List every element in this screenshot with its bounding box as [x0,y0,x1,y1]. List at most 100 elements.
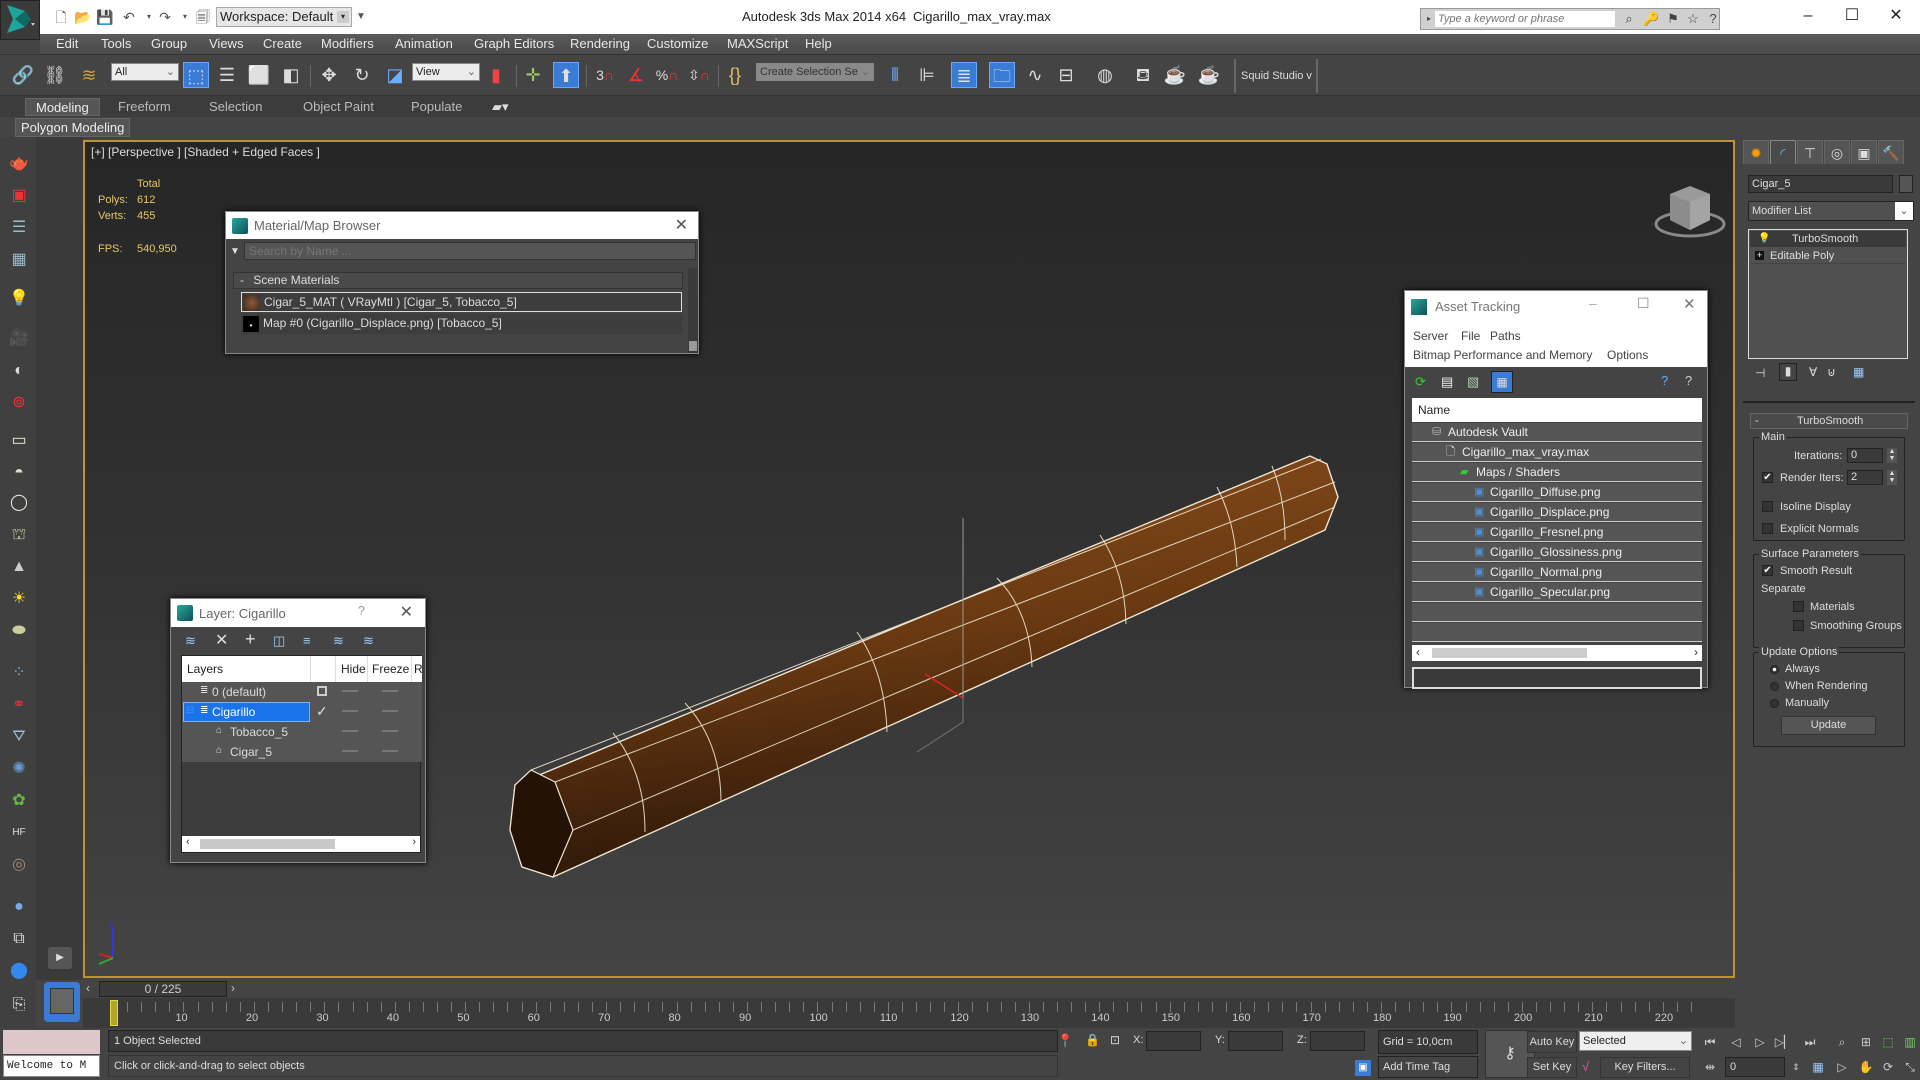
lightbulb-icon[interactable]: 💡 [1758,231,1770,247]
angle-snap-icon[interactable]: ∡ [623,62,649,88]
dialog-titlebar[interactable]: Layer: Cigarillo ? ✕ [171,599,425,627]
subscription-key-icon[interactable]: 🔑 [1643,11,1659,27]
menu-server[interactable]: Server [1413,329,1448,343]
select-and-move-icon[interactable]: ✥ [316,62,342,88]
show-end-result-icon[interactable]: ▮ [1779,363,1797,381]
delete-layer-icon[interactable]: ✕ [215,630,228,650]
dialog-titlebar[interactable]: Material/Map Browser ✕ [226,212,698,239]
frame-spinner-icon[interactable]: ⇕ [1786,1057,1806,1077]
menu-create[interactable]: Create [263,36,302,51]
time-slider-thumb[interactable]: 0 / 225 [99,981,227,997]
hide-toggle[interactable] [342,690,358,692]
rectangular-selection-icon[interactable]: ⬜ [246,62,272,88]
unlink-icon[interactable]: ⛓ [42,62,68,88]
minimize-button[interactable]: – [1788,4,1828,28]
sun-icon[interactable]: ☀ [7,587,31,611]
freeze-toggle[interactable] [382,710,398,712]
asset-row[interactable]: ▣ Cigarillo_Normal.png [1412,563,1702,582]
ribbon-toggle-icon[interactable]: 🗀 [989,62,1015,88]
checkmark-icon[interactable]: ✓ [316,703,328,720]
render-iters-checkbox[interactable]: ✔ [1762,472,1773,483]
key-filters-button[interactable]: Key Filters... [1600,1057,1690,1078]
refresh-icon[interactable]: ⟳ [1415,374,1426,390]
workspace-dropdown[interactable]: Workspace: Default ▾ [216,7,352,27]
make-unique-icon[interactable]: ∀ [1809,365,1817,379]
menu-tools[interactable]: Tools [101,36,131,51]
update-button[interactable]: Update [1781,716,1876,735]
highlight-layer-icon[interactable]: ≡ [303,633,311,648]
remove-modifier-icon[interactable]: ⊍ [1827,365,1836,379]
manipulate-icon[interactable]: ✛ [520,62,546,88]
map-item[interactable]: • Map #0 (Cigarillo_Displace.png) [Tobacc… [241,314,682,334]
freeze-toggle[interactable] [382,730,398,732]
redo-icon[interactable]: ↷ [156,8,174,26]
previous-frame-icon[interactable]: ◁ [1726,1032,1746,1052]
scroll-right-icon[interactable]: › [1694,645,1698,659]
disc-light-icon[interactable]: ◯ [7,491,31,515]
selection-lock-icon[interactable]: 🔒 [1085,1033,1100,1047]
favorites-star-icon[interactable]: ☆ [1685,11,1701,27]
redo-dropdown-icon[interactable]: ▾ [176,8,194,26]
prev-frame-icon[interactable]: ‹ [86,981,90,995]
object-color-swatch[interactable] [1899,175,1913,193]
rendered-frame-window-icon[interactable]: ☕ [1162,62,1188,88]
next-frame-icon[interactable]: ▷▏ [1774,1032,1794,1052]
zoom-icon[interactable]: ⌕ [1832,1032,1852,1052]
table-view-icon[interactable]: ▦ [1491,371,1513,393]
smooth-result-checkbox[interactable]: ✔ [1762,565,1773,576]
select-and-rotate-icon[interactable]: ↻ [349,62,375,88]
expand-icon[interactable]: + [1755,251,1764,260]
browser-options-icon[interactable]: ▼ [230,246,240,257]
ribbon-tab-modeling[interactable]: Modeling [25,98,100,116]
go-to-end-icon[interactable]: ⏭ [1800,1032,1820,1052]
app-menu-button[interactable] [0,0,40,40]
layer-row[interactable]: ⌂ Cigar_5 [182,742,422,762]
material-editor-icon[interactable]: ◍ [1092,62,1118,88]
select-and-scale-icon[interactable]: ◪ [382,62,408,88]
hide-toggle[interactable] [342,730,358,732]
camera-icon[interactable]: 🎥 [7,327,31,351]
hide-toggle[interactable] [342,750,358,752]
modifier-list-dropdown[interactable]: Modifier List ⌄ [1748,201,1914,221]
close-button[interactable]: ✕ [1876,4,1916,28]
column-hide[interactable]: Hide [335,656,367,682]
scene-converter-icon[interactable]: ⧉ [7,927,31,951]
object-name-field[interactable] [1748,175,1893,193]
tab-motion[interactable]: ◎ [1824,140,1850,164]
column-freeze[interactable]: Freeze [367,656,411,682]
render-production-icon[interactable]: ☕ [1196,62,1222,88]
asset-row[interactable]: ▣ Cigarillo_Diffuse.png [1412,483,1702,502]
mesh-light-icon[interactable]: ⛫ [7,523,31,547]
ambient-light-icon[interactable]: ⬬ [7,619,31,643]
tab-modify[interactable]: ◜ [1770,140,1796,164]
z-coordinate-field[interactable] [1310,1031,1365,1051]
maximize-viewport-icon[interactable]: ⤡ [1900,1057,1920,1077]
x-coordinate-field[interactable] [1146,1031,1201,1051]
proxy-icon[interactable]: ⛛ [7,725,31,749]
go-to-start-icon[interactable]: ⏮ [1700,1032,1720,1052]
asset-row[interactable]: ▣ Cigarillo_Displace.png [1412,503,1702,522]
scene-materials-group[interactable]: - Scene Materials [233,272,683,289]
zoom-all-icon[interactable]: ⊞ [1856,1032,1876,1052]
help-query-icon[interactable]: ? [1661,373,1668,388]
customize-qat-icon[interactable]: ▼ [352,8,370,26]
metaball-icon[interactable]: ⚭ [7,693,31,717]
schematic-view-icon[interactable]: ⊟ [1053,62,1079,88]
scroll-left-icon[interactable]: ‹ [186,836,190,848]
menu-maxscript[interactable]: MAXScript [727,36,788,51]
menu-paths[interactable]: Paths [1490,329,1521,343]
time-slider[interactable]: ‹ 0 / 225 › [83,980,1735,998]
open-file-icon[interactable]: 📂 [74,8,92,26]
asset-row[interactable]: 🗋 Cigarillo_max_vray.max [1412,443,1702,462]
path-field[interactable] [1412,667,1702,689]
set-key-button[interactable]: Set Key [1527,1057,1577,1078]
select-object-icon[interactable]: ⬚ [183,62,209,88]
time-tag-icon[interactable]: ▣ [1355,1060,1371,1076]
viewport-layout-tab[interactable] [44,982,80,1022]
orbit-icon[interactable]: ⟳ [1878,1057,1898,1077]
radio-manually[interactable] [1770,699,1779,708]
align-icon[interactable]: ⊫ [914,62,940,88]
auto-key-button[interactable]: Auto Key [1527,1031,1577,1053]
close-icon[interactable]: ✕ [400,602,413,622]
percent-snap-icon[interactable]: %∩ [654,62,680,88]
